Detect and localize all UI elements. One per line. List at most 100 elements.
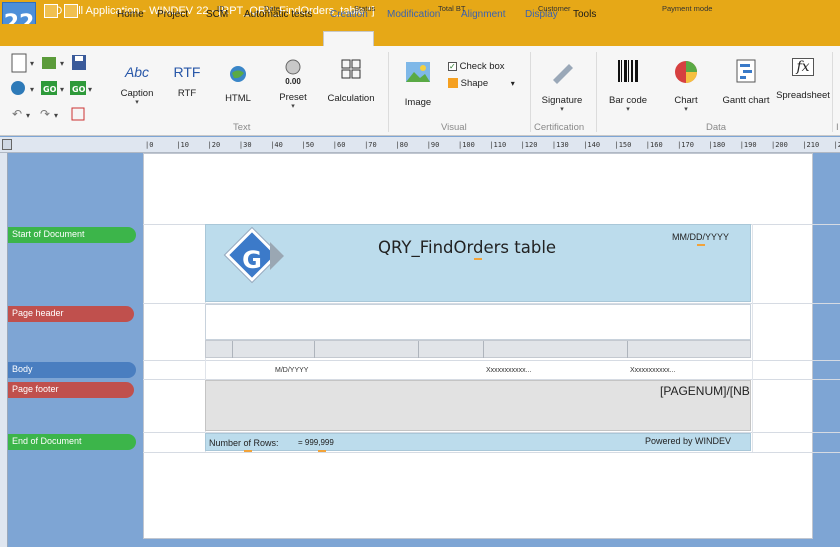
- tree-icon[interactable]: [71, 107, 85, 121]
- body-customer-field[interactable]: Xxxxxxxxxxx...: [486, 367, 532, 374]
- ruler-tick-label: |170: [677, 141, 694, 149]
- ruler-tick-label: |90: [426, 141, 440, 149]
- date-field[interactable]: MM/DD/YYYY: [672, 232, 729, 242]
- ruler-tick-label: |200: [771, 141, 788, 149]
- preset-label: Preset: [279, 92, 307, 103]
- tab-modification[interactable]: Modification: [387, 9, 440, 20]
- caption-button[interactable]: Abc Caption ▾: [115, 64, 159, 107]
- body-date-field[interactable]: M/D/YYYY: [275, 367, 308, 374]
- tab-tools[interactable]: Tools: [573, 9, 596, 20]
- open-icon[interactable]: ▾: [42, 57, 64, 69]
- globe-icon: [230, 66, 246, 82]
- page-header-area[interactable]: [205, 304, 751, 340]
- settings-icon[interactable]: ▾: [11, 81, 34, 95]
- ruler-tick-label: |130: [551, 141, 569, 149]
- menu-bar: [0, 24, 840, 46]
- band-divider: [143, 360, 840, 361]
- ruler-corner-icon[interactable]: [2, 139, 12, 150]
- rows-count-value[interactable]: = 999,999: [298, 438, 334, 447]
- ruler-tick-label: |220: [833, 141, 840, 149]
- column-header-customer[interactable]: Customer: [538, 4, 571, 13]
- data-group-label: Data: [706, 122, 727, 133]
- powered-by-label[interactable]: Powered by WINDEV: [645, 436, 731, 446]
- svg-text:▾: ▾: [30, 59, 34, 68]
- rtf-icon: RTF: [173, 64, 201, 80]
- gantt-label: Gantt chart: [722, 95, 770, 106]
- preset-button[interactable]: 0.00 Preset ▾: [273, 58, 313, 111]
- gantt-button[interactable]: Gantt chart: [718, 58, 774, 106]
- next-group-label: I: [836, 122, 839, 133]
- html-label: HTML: [225, 93, 251, 104]
- preset-value: 0.00: [285, 77, 301, 86]
- image-label: Image: [404, 97, 432, 108]
- report-logo[interactable]: G: [226, 238, 278, 282]
- ruler-tick-label: |110: [489, 141, 507, 149]
- window-icon[interactable]: [64, 4, 78, 18]
- page-number-field[interactable]: [PAGENUM]/[NB: [660, 384, 750, 398]
- signature-label: Signature: [541, 95, 583, 106]
- save-icon[interactable]: [72, 55, 86, 70]
- ruler-tick-label: |180: [708, 141, 726, 149]
- grid-icon[interactable]: [44, 4, 58, 18]
- column-divider: [314, 341, 315, 358]
- column-header-payment-mode[interactable]: Payment mode: [662, 4, 712, 13]
- chevron-down-icon: ▾: [291, 103, 295, 110]
- new-document-icon[interactable]: ▾: [11, 53, 34, 73]
- group-divider: [832, 52, 833, 132]
- svg-text:▾: ▾: [30, 85, 34, 94]
- column-header-status[interactable]: Status: [354, 4, 375, 13]
- go-test-icon[interactable]: GO ▾: [70, 81, 92, 95]
- undo-icon[interactable]: ↶ ▾: [12, 107, 30, 121]
- chevron-down-icon: ▾: [510, 79, 515, 88]
- anchor-icon: [697, 244, 705, 248]
- svg-text:↶: ↶: [12, 107, 22, 121]
- html-button[interactable]: HTML: [219, 64, 257, 104]
- ruler-tick-label: |210: [802, 141, 820, 149]
- column-header-total-bt[interactable]: Total BT: [438, 4, 466, 13]
- band-end-of-document[interactable]: End of Document: [8, 434, 136, 450]
- report-header-block[interactable]: [205, 224, 751, 302]
- signature-button[interactable]: Signature ▾: [537, 58, 587, 114]
- ruler-tick-label: |0: [145, 141, 154, 149]
- svg-text:GO: GO: [72, 85, 86, 94]
- image-button[interactable]: Image: [400, 60, 436, 108]
- band-page-footer[interactable]: Page footer: [8, 382, 134, 398]
- band-page-header[interactable]: Page header: [8, 306, 134, 322]
- column-divider: [232, 341, 233, 358]
- chevron-down-icon: ▾: [684, 106, 688, 113]
- ruler-tick-label: |10: [176, 141, 189, 149]
- checkbox-label: Check box: [459, 61, 505, 72]
- chevron-down-icon: ▾: [560, 106, 564, 113]
- chart-button[interactable]: Chart ▾: [666, 58, 706, 114]
- ruler-tick-label: |100: [458, 141, 475, 149]
- band-body[interactable]: Body: [8, 362, 136, 378]
- spreadsheet-button[interactable]: fx Spreadsheet: [774, 58, 832, 101]
- tab-alignment[interactable]: Alignment: [461, 9, 505, 20]
- shape-icon: [448, 78, 458, 89]
- ruler-tick-label: |50: [301, 141, 315, 149]
- column-header-row[interactable]: [205, 340, 751, 358]
- spreadsheet-label: Spreadsheet: [776, 90, 830, 101]
- band-start-of-document[interactable]: Start of Document: [8, 227, 136, 243]
- redo-icon[interactable]: ↷ ▾: [40, 107, 58, 121]
- rows-count-label[interactable]: Number of Rows:: [209, 438, 279, 448]
- body-payment-field[interactable]: Xxxxxxxxxxx...: [630, 367, 676, 374]
- vertical-ruler[interactable]: [0, 153, 8, 547]
- ruler-tick-label: |160: [645, 141, 663, 149]
- shape-button[interactable]: Shape ▾: [448, 78, 515, 89]
- checkbox-button[interactable]: ✓ Check box: [448, 61, 505, 72]
- tab-project[interactable]: Project: [157, 9, 188, 20]
- report-title[interactable]: QRY_FindOrders table: [378, 238, 556, 257]
- column-header-id[interactable]: ID: [217, 4, 225, 13]
- quick-toolbar: ▾ ▾ ▾ GO ▾ GO ▾ ↶ ▾ ↷ ▾: [11, 53, 92, 121]
- rtf-button[interactable]: RTF RTF: [169, 64, 205, 99]
- go-icon[interactable]: GO ▾: [41, 81, 64, 95]
- group-divider: [596, 52, 597, 132]
- caption-icon: Abc: [124, 64, 150, 80]
- calculation-button[interactable]: Calculation: [323, 58, 379, 104]
- group-divider: [530, 52, 531, 132]
- tab-home[interactable]: Home: [117, 9, 144, 20]
- column-header-date[interactable]: Date: [264, 4, 280, 13]
- svg-text:▾: ▾: [88, 85, 92, 94]
- barcode-button[interactable]: Bar code ▾: [606, 58, 650, 114]
